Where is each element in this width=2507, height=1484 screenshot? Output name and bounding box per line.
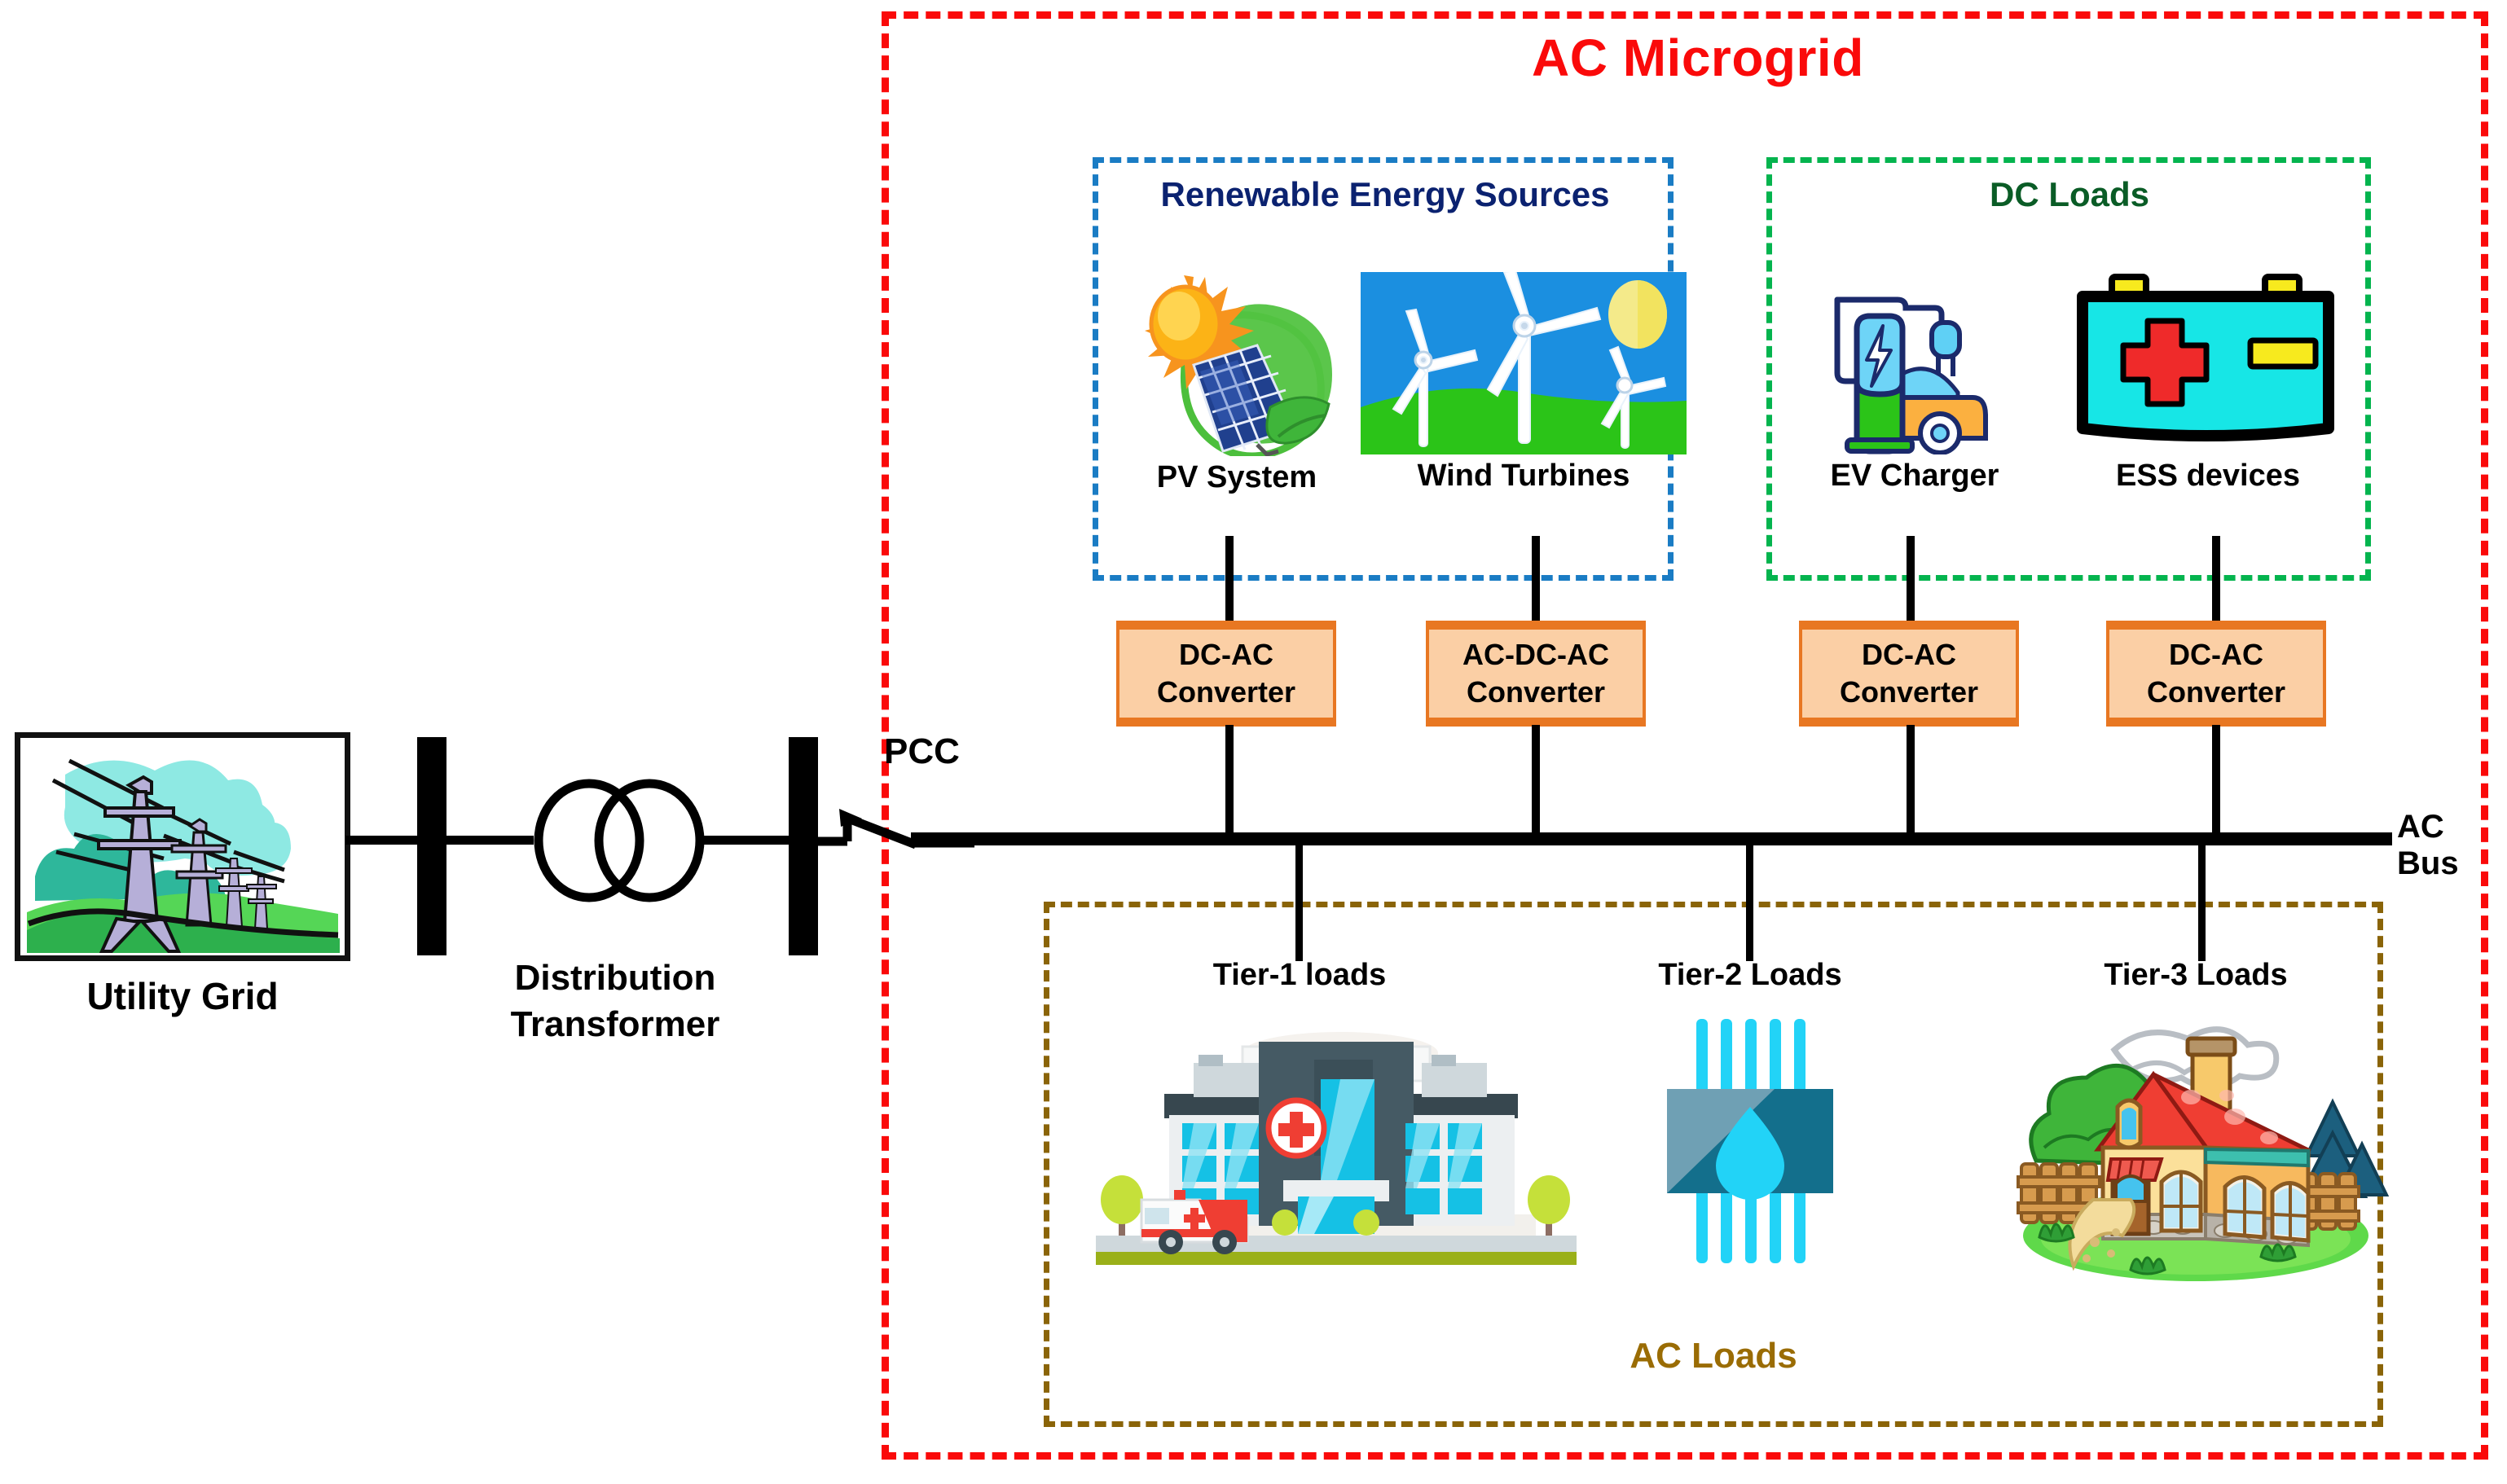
solar-panel-sun-icon xyxy=(1145,275,1332,460)
wind-turbines-cell: Wind Turbines xyxy=(1361,269,1687,494)
utility-grid-label: Utility Grid xyxy=(86,975,279,1017)
ac-bus-line xyxy=(911,832,2392,845)
converter-box-1: DC-AC Converter xyxy=(1116,621,1336,727)
converter-box-2: AC-DC-AC Converter xyxy=(1426,621,1646,727)
transmission-towers-icon xyxy=(20,738,345,955)
transformer-to-pcc-busbar-line xyxy=(699,836,794,845)
ev-charger-label: EV Charger xyxy=(1830,459,1999,493)
ac-bus-label: AC Bus xyxy=(2397,809,2459,881)
converter-2-line2: Converter xyxy=(1466,675,1606,709)
wind-to-converter-line xyxy=(1532,536,1540,626)
converter-2-to-bus-line xyxy=(1532,725,1540,839)
bus-to-tier3-line xyxy=(2198,842,2206,961)
battery-icon xyxy=(2077,274,2334,441)
utility-grid-image xyxy=(15,732,350,961)
microgrid-diagram: AC Microgrid Utility Grid Distribution T… xyxy=(0,0,2507,1484)
windows xyxy=(2159,1170,2311,1243)
tier-2-loads-label: Tier-2 Loads xyxy=(1658,958,1842,992)
pv-system-label: PV System xyxy=(1156,460,1317,494)
tier-3-loads-label: Tier-3 Loads xyxy=(2104,958,2288,992)
ev-to-converter-line xyxy=(1907,536,1915,626)
pv-to-converter-line xyxy=(1225,536,1234,626)
ac-loads-title: AC Loads xyxy=(1630,1336,1797,1376)
converter-3-line2: Converter xyxy=(1839,675,1979,709)
converter-1-to-bus-line xyxy=(1225,725,1234,839)
converter-3-line1: DC-AC xyxy=(1862,637,1956,671)
distribution-transformer-label: Distribution Transformer xyxy=(444,955,786,1047)
converter-1-line2: Converter xyxy=(1156,675,1296,709)
open-switch-icon xyxy=(811,809,974,850)
ess-devices-label: ESS devices xyxy=(2115,459,2301,493)
ac-microgrid-title: AC Microgrid xyxy=(1532,29,1864,87)
busbar-to-transformer-line xyxy=(442,836,534,845)
water-utility-icon xyxy=(1667,1019,1833,1263)
converter-1-line1: DC-AC xyxy=(1179,637,1273,671)
hospital-building-icon: HOSPITAL xyxy=(1096,1032,1577,1265)
converter-4-line1: DC-AC xyxy=(2169,637,2263,671)
converter-box-3: DC-AC Converter xyxy=(1799,621,2019,727)
tier-1-loads-label: Tier-1 loads xyxy=(1212,958,1387,992)
tier-3-loads-cell: Tier-3 Loads xyxy=(1968,958,2424,1290)
ess-devices-cell: ESS devices xyxy=(2065,272,2351,494)
bus-to-tier2-line xyxy=(1746,842,1753,961)
ev-charger-cell: EV Charger xyxy=(1784,272,2045,494)
transformer-label-line1: Distribution xyxy=(514,958,716,998)
tier-1-loads-cell: Tier-1 loads HOSPITAL xyxy=(1096,958,1577,1277)
pcc-label: PCC xyxy=(884,731,960,771)
bus-to-tier1-line xyxy=(1295,842,1303,961)
dc-loads-title: DC Loads xyxy=(1989,175,2149,213)
tree-left xyxy=(1101,1175,1143,1237)
two-winding-transformer-icon xyxy=(534,779,705,902)
grid-to-busbar-line xyxy=(345,836,424,845)
ess-to-converter-line xyxy=(2212,536,2220,626)
converter-2-line1: AC-DC-AC xyxy=(1462,637,1609,671)
wind-turbines-icon xyxy=(1361,269,1687,454)
renewable-energy-sources-title: Renewable Energy Sources xyxy=(1160,175,1610,213)
pv-system-cell: PV System xyxy=(1115,269,1359,495)
converter-4-line2: Converter xyxy=(2146,675,2286,709)
converter-3-to-bus-line xyxy=(1907,725,1915,839)
grid-side-busbar xyxy=(417,737,446,955)
ev-charging-station-icon xyxy=(1834,296,1988,455)
tier-2-loads-cell: Tier-2 Loads xyxy=(1628,958,1872,1275)
wind-turbines-label: Wind Turbines xyxy=(1417,459,1630,493)
transformer-label-line2: Transformer xyxy=(510,1004,720,1045)
house-icon xyxy=(2017,1026,2390,1281)
converter-box-4: DC-AC Converter xyxy=(2106,621,2326,727)
converter-4-to-bus-line xyxy=(2212,725,2220,839)
